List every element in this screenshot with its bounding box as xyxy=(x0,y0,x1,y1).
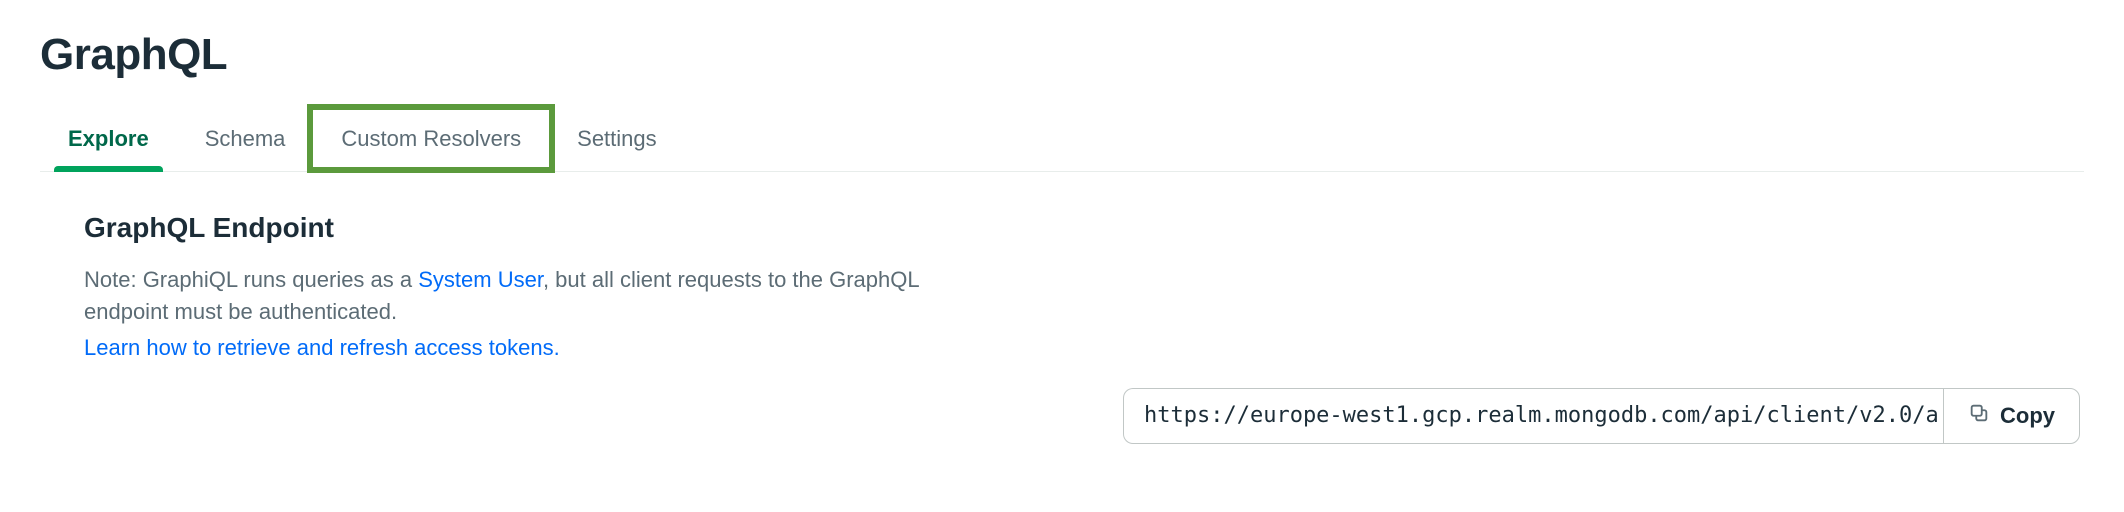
copy-icon xyxy=(1968,402,1990,430)
system-user-link[interactable]: System User xyxy=(418,267,543,292)
copy-label: Copy xyxy=(2000,403,2055,429)
tab-label: Schema xyxy=(205,126,286,152)
endpoint-url-field[interactable]: https://europe-west1.gcp.realm.mongodb.c… xyxy=(1123,388,1943,444)
page-title: GraphQL xyxy=(40,30,2084,80)
tab-schema[interactable]: Schema xyxy=(177,106,314,171)
learn-tokens-link[interactable]: Learn how to retrieve and refresh access… xyxy=(84,332,560,364)
endpoint-url-text: https://europe-west1.gcp.realm.mongodb.c… xyxy=(1144,403,1939,428)
tab-custom-resolvers[interactable]: Custom Resolvers xyxy=(313,106,549,171)
section-note: Note: GraphiQL runs queries as a System … xyxy=(84,264,1004,364)
copy-button[interactable]: Copy xyxy=(1943,388,2080,444)
tab-settings[interactable]: Settings xyxy=(549,106,685,171)
section-title: GraphQL Endpoint xyxy=(84,212,2084,244)
tab-label: Explore xyxy=(68,126,149,152)
note-prefix: Note: GraphiQL runs queries as a xyxy=(84,267,418,292)
tab-label: Custom Resolvers xyxy=(341,126,521,152)
tabs: Explore Schema Custom Resolvers Settings xyxy=(40,106,2084,172)
tab-label: Settings xyxy=(577,126,657,152)
tab-explore[interactable]: Explore xyxy=(40,106,177,171)
